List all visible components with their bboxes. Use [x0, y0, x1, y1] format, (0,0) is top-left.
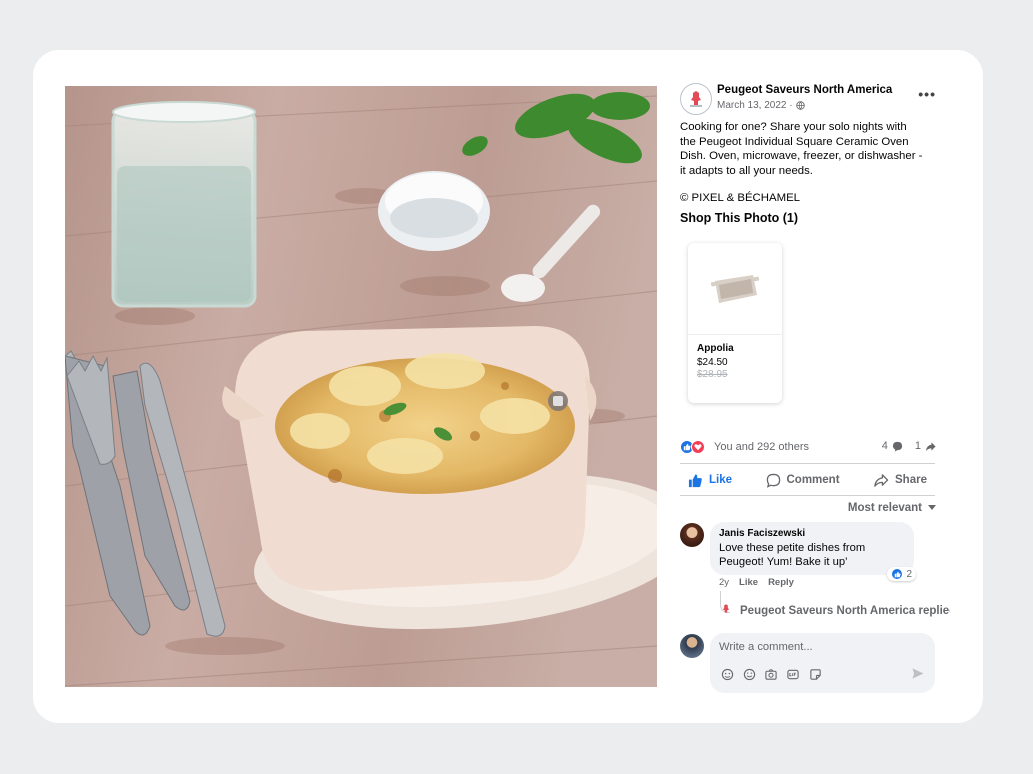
comment-count-icon	[892, 441, 902, 452]
reactions-count-text: You and 292 others	[714, 441, 810, 453]
post-side-panel: Peugeot Saveurs North America March 13, …	[680, 82, 950, 693]
product-name: Appolia	[697, 343, 734, 354]
gif-icon[interactable]	[785, 666, 801, 682]
globe-icon	[795, 101, 805, 110]
like-button[interactable]: Like	[680, 468, 740, 492]
avatar-sticker-icon[interactable]	[719, 666, 735, 682]
comment-like-link[interactable]: Like	[739, 577, 758, 588]
post-actions: Like Comment Share	[680, 468, 935, 492]
share-icon	[874, 473, 889, 487]
page-name[interactable]: Peugeot Saveurs North America	[717, 84, 892, 96]
comment-sort-label: Most relevant	[847, 502, 922, 514]
shop-photo-title: Shop This Photo (1)	[680, 211, 799, 226]
product-card[interactable]: Appolia $24.50 $28.95	[688, 243, 782, 403]
comment-text: Love these petite dishes from Peugeot! Y…	[719, 542, 866, 568]
comment-count[interactable]: 4	[882, 440, 888, 452]
peugeot-logo-icon	[690, 91, 702, 107]
comment-input[interactable]	[719, 641, 919, 653]
camera-icon[interactable]	[763, 666, 779, 682]
thumbs-up-icon	[688, 473, 702, 487]
post-photo[interactable]	[65, 86, 657, 687]
composer-tools	[719, 666, 823, 682]
share-button-label: Share	[895, 474, 927, 486]
user-avatar[interactable]	[680, 634, 704, 658]
comment-sort-dropdown[interactable]: Most relevant	[848, 502, 936, 514]
comment-meta: 2y Like Reply	[719, 577, 794, 588]
reply-preview[interactable]: Peugeot Saveurs North America replied	[720, 591, 950, 623]
emoji-icon[interactable]	[741, 666, 757, 682]
engagement-counts: 4 1	[882, 440, 936, 452]
share-button[interactable]: Share	[865, 468, 935, 492]
send-icon[interactable]	[911, 667, 925, 685]
reply-preview-text: Peugeot Saveurs North America replied	[740, 605, 950, 617]
reaction-icons	[680, 440, 705, 454]
comment-reaction-count[interactable]: 2	[887, 567, 916, 581]
product-old-price: $28.95	[697, 369, 728, 380]
food-photo-illustration	[65, 86, 657, 687]
post-header: Peugeot Saveurs North America March 13, …	[680, 82, 948, 118]
sticker-icon[interactable]	[807, 666, 823, 682]
love-icon	[691, 440, 705, 454]
more-icon[interactable]: •••	[918, 86, 936, 102]
comment-composer	[710, 633, 935, 693]
comment-button[interactable]: Comment	[758, 468, 848, 492]
comment-button-label: Comment	[786, 474, 840, 486]
page-avatar[interactable]	[680, 83, 712, 115]
product-price: $24.50	[697, 357, 728, 368]
photo-credit: © PIXEL & BÉCHAMEL	[680, 192, 801, 205]
commenter-avatar[interactable]	[680, 523, 704, 547]
reactions-bar[interactable]: You and 292 others 4 1	[680, 438, 936, 456]
post-date-text: March 13, 2022 ·	[717, 100, 793, 111]
ceramic-dish-icon	[710, 274, 760, 303]
peugeot-logo-small-icon	[723, 604, 729, 613]
comment-reply-link[interactable]: Reply	[768, 577, 794, 588]
share-count[interactable]: 1	[915, 440, 921, 452]
comment-age[interactable]: 2y	[719, 577, 729, 588]
caret-down-icon	[928, 505, 936, 510]
comment-bubble: Janis Faciszewski Love these petite dish…	[710, 522, 916, 581]
commenter-name[interactable]: Janis Faciszewski	[719, 528, 905, 539]
like-button-label: Like	[709, 474, 733, 486]
post-date[interactable]: March 13, 2022 ·	[717, 100, 805, 111]
share-count-icon	[925, 441, 936, 451]
product-image	[688, 243, 782, 335]
comment-icon	[766, 473, 780, 488]
comment-like-icon	[891, 568, 904, 580]
actions-divider-top	[680, 463, 935, 464]
post-caption: Cooking for one? Share your solo nights …	[680, 121, 923, 177]
actions-divider-bottom	[680, 495, 935, 496]
comment-likes-number: 2	[906, 568, 912, 580]
